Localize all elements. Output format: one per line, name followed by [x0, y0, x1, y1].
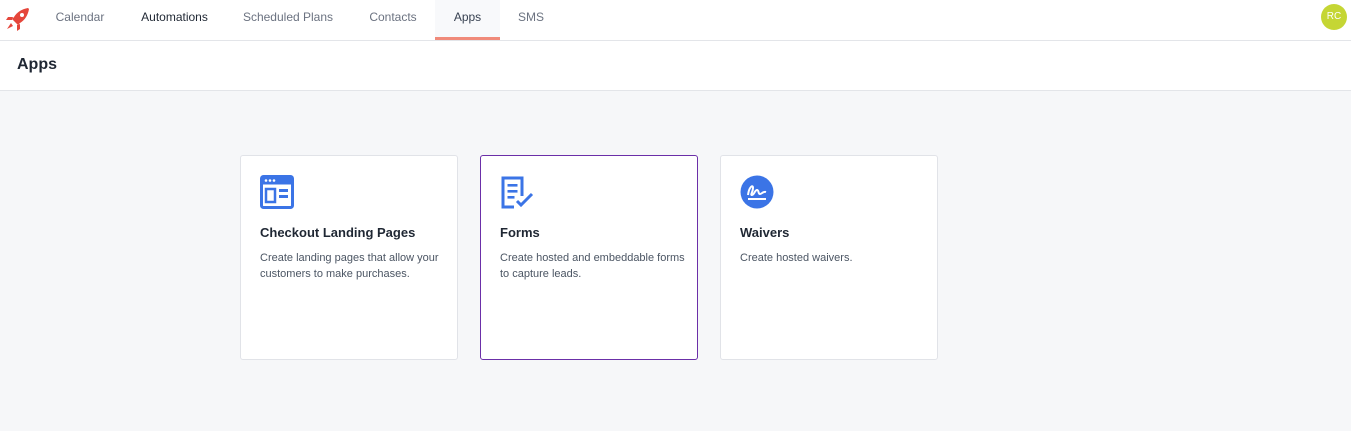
rocket-logo-icon[interactable]	[5, 6, 31, 32]
nav-item-automations[interactable]: Automations	[132, 0, 217, 40]
page-header: Apps	[0, 41, 1351, 91]
app-card-title: Waivers	[740, 225, 790, 240]
user-avatar[interactable]: RC	[1321, 4, 1347, 30]
app-card-checkout-landing-pages[interactable]: Checkout Landing Pages Create landing pa…	[240, 155, 458, 360]
nav-item-scheduled-plans[interactable]: Scheduled Plans	[235, 0, 341, 40]
nav-item-contacts[interactable]: Contacts	[360, 0, 426, 40]
page-title: Apps	[17, 56, 57, 73]
nav-item-apps[interactable]: Apps	[435, 0, 500, 40]
signature-icon	[740, 175, 774, 209]
app-card-description: Create hosted and embeddable forms to ca…	[500, 252, 685, 280]
app-card-waivers[interactable]: Waivers Create hosted waivers.	[720, 155, 938, 360]
app-card-description: Create hosted waivers.	[740, 252, 853, 264]
top-navigation: Calendar Automations Scheduled Plans Con…	[0, 0, 1351, 41]
app-card-description: Create landing pages that allow your cus…	[260, 252, 439, 280]
nav-item-sms[interactable]: SMS	[509, 0, 553, 40]
app-card-title: Forms	[500, 225, 540, 240]
landing-page-icon	[260, 175, 294, 209]
app-card-forms[interactable]: Forms Create hosted and embeddable forms…	[480, 155, 698, 360]
nav-item-calendar[interactable]: Calendar	[45, 0, 115, 40]
form-check-icon	[501, 176, 534, 209]
app-card-title: Checkout Landing Pages	[260, 225, 416, 240]
